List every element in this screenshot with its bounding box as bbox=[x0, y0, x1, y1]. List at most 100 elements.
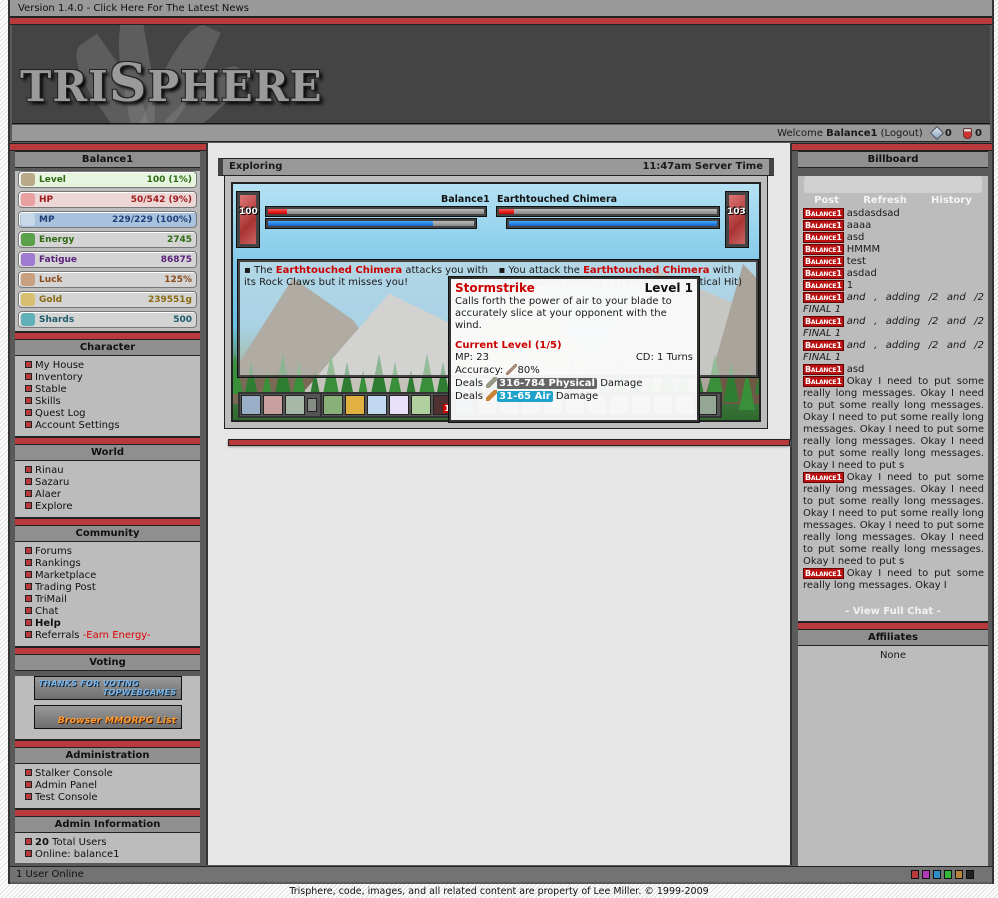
stormstrike-icon[interactable] bbox=[411, 395, 431, 415]
theme-swatch[interactable] bbox=[944, 870, 952, 879]
stat-value: 229/229 (100%) bbox=[111, 214, 192, 225]
voting-title: Voting bbox=[15, 654, 200, 671]
nav-item-stalker-console[interactable]: Stalker Console bbox=[25, 768, 200, 780]
chat-username-tag[interactable]: Balance1 bbox=[803, 568, 844, 579]
nav-item-explore[interactable]: Explore bbox=[25, 501, 200, 513]
bullet-icon bbox=[25, 373, 32, 380]
nav-item-referrals[interactable]: Referrals -Earn Energy- bbox=[25, 630, 200, 642]
tooltip-accuracy: Accuracy: 80% bbox=[455, 364, 693, 377]
view-full-chat-link[interactable]: - View Full Chat - bbox=[798, 604, 988, 621]
bullet-icon bbox=[25, 409, 32, 416]
nav-item-rankings[interactable]: Rankings bbox=[25, 558, 200, 570]
stat-label: Luck bbox=[39, 274, 63, 285]
chat-username-tag[interactable]: Balance1 bbox=[803, 220, 844, 231]
boot-icon[interactable] bbox=[285, 395, 305, 415]
theme-swatch[interactable] bbox=[955, 870, 963, 879]
enemy-mp-fill bbox=[509, 221, 717, 226]
chat-username-tag[interactable]: Balance1 bbox=[803, 244, 844, 255]
chat-username-tag[interactable]: Balance1 bbox=[803, 292, 844, 303]
theme-swatch[interactable] bbox=[922, 870, 930, 879]
chat-username-tag[interactable]: Balance1 bbox=[803, 316, 844, 327]
nav-item-skills[interactable]: Skills bbox=[25, 396, 200, 408]
total-users-count: 20 bbox=[35, 837, 49, 848]
theme-swatch[interactable] bbox=[966, 870, 974, 879]
physical-damage-range: 316-784 Physical bbox=[497, 378, 597, 389]
stat-value: 500 bbox=[173, 314, 192, 325]
nav-item-trading-post[interactable]: Trading Post bbox=[25, 582, 200, 594]
chat-username-tag[interactable]: Balance1 bbox=[803, 472, 844, 483]
version-news-link[interactable]: Version 1.4.0 - Click Here For The Lates… bbox=[10, 0, 992, 17]
chat-username-tag[interactable]: Balance1 bbox=[803, 364, 844, 375]
shield-bash-icon[interactable] bbox=[367, 395, 387, 415]
chat-username-tag[interactable]: Balance1 bbox=[803, 208, 844, 219]
billboard-history-button[interactable]: History bbox=[931, 195, 972, 206]
stat-shards: Shards 500 bbox=[18, 311, 197, 328]
empty-skill-slot[interactable] bbox=[697, 395, 717, 415]
nav-item-forums[interactable]: Forums bbox=[25, 546, 200, 558]
billboard-refresh-button[interactable]: Refresh bbox=[863, 195, 907, 206]
air-damage-icon bbox=[486, 390, 498, 401]
nav-item-rinau[interactable]: Rinau bbox=[25, 465, 200, 477]
physical-damage-icon bbox=[486, 377, 498, 388]
nav-item-my-house[interactable]: My House bbox=[25, 360, 200, 372]
welcome-bar: Welcome Balance1 (Logout) 0 0 bbox=[12, 125, 990, 142]
status-bar: 1 User Online bbox=[10, 866, 992, 882]
bullet-icon bbox=[25, 571, 32, 578]
stat-label: Shards bbox=[39, 314, 75, 325]
nav-item-quest-log[interactable]: Quest Log bbox=[25, 408, 200, 420]
stat-hp: HP 50/542 (9%) bbox=[18, 191, 197, 208]
browser-mmorpg-vote-button[interactable]: Browser MMORPG List bbox=[33, 705, 182, 729]
online-users-info: Online: balance1 bbox=[25, 849, 200, 861]
chat-username-tag[interactable]: Balance1 bbox=[803, 232, 844, 243]
tooltip-physical-damage: Deals 316-784 Physical Damage bbox=[455, 377, 693, 390]
player-hp-bar bbox=[265, 206, 487, 217]
logo-text-s: S bbox=[108, 53, 148, 114]
stat-mp: MP 229/229 (100%) bbox=[18, 211, 197, 228]
panel-separator bbox=[15, 518, 200, 525]
chat-username-tag[interactable]: Balance1 bbox=[803, 256, 844, 267]
nav-item-trimail[interactable]: TriMail bbox=[25, 594, 200, 606]
theme-swatch[interactable] bbox=[911, 870, 919, 879]
topwebgames-vote-button[interactable]: THANKS FOR VOTING TOPWEBGAMES bbox=[33, 676, 182, 700]
nav-item-inventory[interactable]: Inventory bbox=[25, 372, 200, 384]
recover-icon[interactable] bbox=[241, 395, 261, 415]
chat-username-tag[interactable]: Balance1 bbox=[803, 376, 844, 387]
panel-separator bbox=[15, 809, 200, 816]
billboard-post-button[interactable]: Post bbox=[814, 195, 839, 206]
bullet-icon bbox=[25, 397, 32, 404]
player-level: 100 bbox=[239, 207, 258, 217]
power-slash-icon[interactable] bbox=[323, 395, 343, 415]
chat-username-tag[interactable]: Balance1 bbox=[803, 268, 844, 279]
welcome-username[interactable]: Balance1 bbox=[826, 128, 877, 139]
enemy-hp-fill bbox=[499, 209, 515, 214]
theme-swatch[interactable] bbox=[933, 870, 941, 879]
logout-link[interactable]: (Logout) bbox=[881, 128, 923, 139]
nav-item-alaer[interactable]: Alaer bbox=[25, 489, 200, 501]
character-nav: My House Inventory Stable Skills Quest Log Ac… bbox=[15, 356, 200, 436]
bullet-icon bbox=[25, 361, 32, 368]
lightning-claw-icon[interactable] bbox=[389, 395, 409, 415]
nav-item-test-console[interactable]: Test Console bbox=[25, 792, 200, 804]
golden-axe-icon[interactable] bbox=[345, 395, 365, 415]
nav-item-stable[interactable]: Stable bbox=[25, 384, 200, 396]
billboard-message-input[interactable] bbox=[804, 176, 982, 193]
nav-item-chat[interactable]: Chat bbox=[25, 606, 200, 618]
skill-slot-spacer bbox=[307, 398, 317, 412]
nav-item-help[interactable]: Help bbox=[25, 618, 200, 630]
nav-item-label: Marketplace bbox=[35, 570, 97, 581]
main-content: Exploring 11:47am Server Time 100 Balanc… bbox=[206, 143, 792, 865]
potion-icon[interactable] bbox=[263, 395, 283, 415]
earn-energy-note: -Earn Energy- bbox=[82, 630, 151, 641]
gold-icon bbox=[21, 293, 35, 306]
chat-username-tag[interactable]: Balance1 bbox=[803, 280, 844, 291]
stat-value: 50/542 (9%) bbox=[130, 194, 192, 205]
chat-username-tag[interactable]: Balance1 bbox=[803, 340, 844, 351]
nav-item-sazaru[interactable]: Sazaru bbox=[25, 477, 200, 489]
theme-swatches bbox=[911, 870, 974, 879]
nav-item-label: Rinau bbox=[35, 465, 64, 476]
battle-panel: 100 Balance1 103 Earthtouched Chimera ▪ … bbox=[224, 176, 768, 429]
nav-item-marketplace[interactable]: Marketplace bbox=[25, 570, 200, 582]
nav-item-account-settings[interactable]: Account Settings bbox=[25, 420, 200, 432]
chat-message: Balance1 and , adding /2 and /2 FINAL 1 bbox=[803, 292, 984, 316]
nav-item-admin-panel[interactable]: Admin Panel bbox=[25, 780, 200, 792]
